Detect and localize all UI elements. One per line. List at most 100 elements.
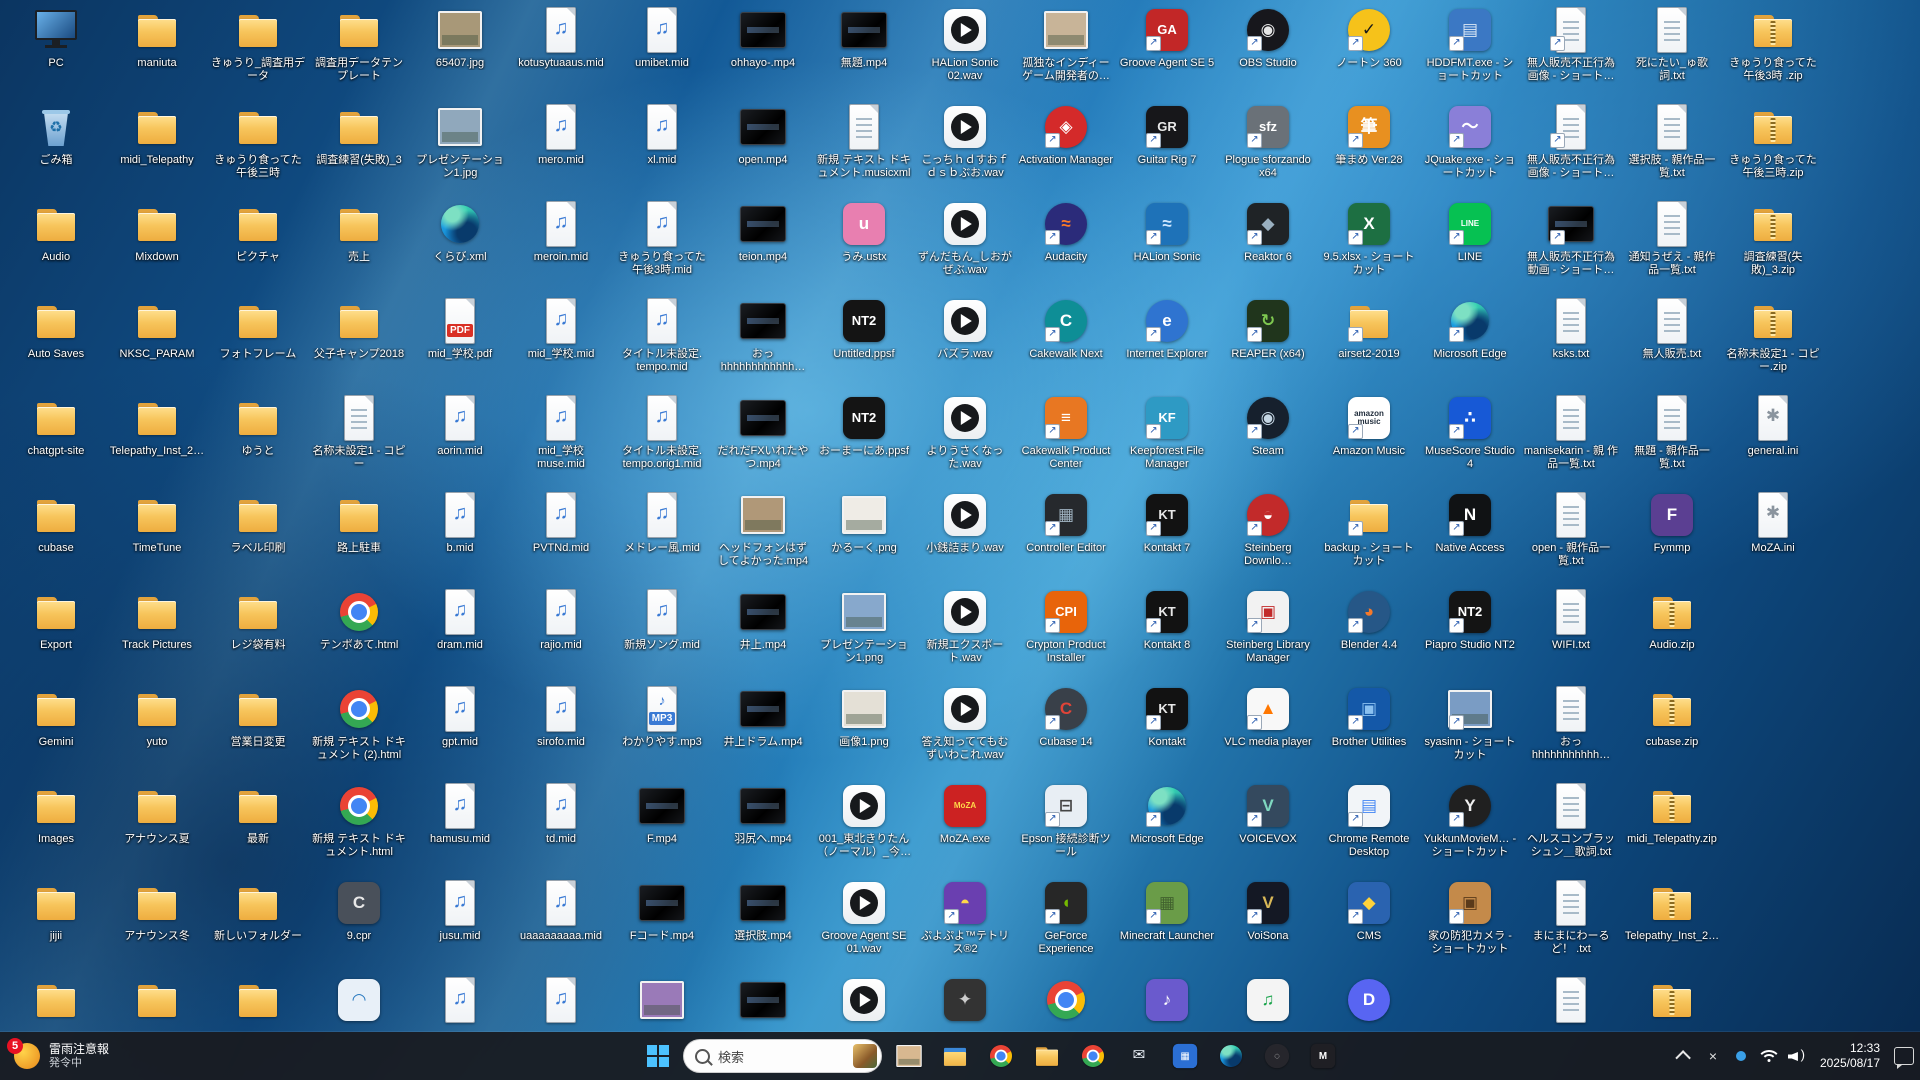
desktop-icon[interactable]: ♪	[1119, 976, 1215, 1027]
discord[interactable]: ◌	[1255, 1036, 1299, 1076]
desktop-icon[interactable]: 無人販売不正行為動画 - ショートカット	[1523, 200, 1619, 277]
desktop-icon[interactable]: YYukkunMovieM… - ショートカット	[1422, 782, 1518, 859]
desktop-icon[interactable]: 選択肢 - 親作品一覧.txt	[1624, 103, 1720, 180]
desktop-icon[interactable]: NT2おーまーにあ.ppsf	[816, 394, 912, 458]
volume-icon[interactable]	[1786, 1044, 1808, 1068]
desktop-icon[interactable]: open.mp4	[715, 103, 811, 167]
desktop-icon[interactable]: td.mid	[513, 782, 609, 846]
desktop-icon[interactable]: 孤独なインディーゲーム開発者の一生…	[1018, 6, 1114, 83]
desktop-icon[interactable]: こっちｈｄすおｆｄｓｂぶお.wav	[917, 103, 1013, 180]
desktop-icon[interactable]: ラベル印刷	[210, 491, 306, 555]
desktop-icon[interactable]: 調査練習(失敗)_3.zip	[1725, 200, 1821, 277]
desktop-icon[interactable]: dram.mid	[412, 588, 508, 652]
desktop-icon[interactable]: ◓ぷよぷよ™テトリス®2	[917, 879, 1013, 956]
desktop-icon[interactable]: 無人販売不正行為 画像 - ショートカッ…	[1523, 6, 1619, 83]
desktop-icon[interactable]: Export	[8, 588, 104, 652]
desktop-icon[interactable]: 新規 テキスト ドキュメント.html	[311, 782, 407, 859]
weather-widget[interactable]: 5 雷雨注意報 発令中	[2, 1032, 121, 1080]
desktop-icon[interactable]: 井上ドラム.mp4	[715, 685, 811, 749]
desktop-icon[interactable]: ◕Blender 4.4	[1321, 588, 1417, 652]
desktop-icon[interactable]: cubase	[8, 491, 104, 555]
chrome[interactable]	[1071, 1036, 1115, 1076]
desktop-icon[interactable]	[1523, 976, 1619, 1027]
desktop-icon[interactable]: プレゼンテーション1.png	[816, 588, 912, 665]
desktop-icon[interactable]: ohhayo-.mp4	[715, 6, 811, 70]
desktop-icon[interactable]: Track Pictures	[109, 588, 205, 652]
desktop-icon[interactable]: 路上駐車	[311, 491, 407, 555]
desktop-icon[interactable]: CCubase 14	[1018, 685, 1114, 749]
desktop-icon[interactable]: ◉Steam	[1220, 394, 1316, 458]
desktop-icon[interactable]: アナウンス冬	[109, 879, 205, 943]
desktop-icon[interactable]: 最新	[210, 782, 306, 846]
tray-app-icon[interactable]: ×	[1702, 1044, 1724, 1068]
desktop-icon[interactable]: NNative Access	[1422, 491, 1518, 555]
desktop-icon[interactable]: ◈Activation Manager	[1018, 103, 1114, 167]
desktop-icon[interactable]: ♫	[1220, 976, 1316, 1027]
desktop-icon[interactable]: 001_東北きりたん（ノーマル）_今じゃ…	[816, 782, 912, 859]
file-explorer[interactable]	[933, 1036, 977, 1076]
desktop-icon[interactable]: mid_学校.mid	[513, 297, 609, 361]
desktop-icon[interactable]: VVoiSona	[1220, 879, 1316, 943]
desktop-icon[interactable]: rajio.mid	[513, 588, 609, 652]
desktop-icon[interactable]	[1624, 976, 1720, 1027]
m-app[interactable]: M	[1301, 1036, 1345, 1076]
desktop-icon[interactable]: eInternet Explorer	[1119, 297, 1215, 361]
desktop-icon[interactable]: FFymmp	[1624, 491, 1720, 555]
desktop-icon[interactable]: CPICrypton Product Installer	[1018, 588, 1114, 665]
desktop-icon[interactable]: ピクチャ	[210, 200, 306, 264]
desktop-icon[interactable]: 無題 - 親作品一覧.txt	[1624, 394, 1720, 471]
desktop-icon[interactable]: ゆうと	[210, 394, 306, 458]
desktop-icon[interactable]: 新規ソング.mid	[614, 588, 710, 652]
desktop-icon[interactable]: 新規 テキスト ドキュメント.musicxml	[816, 103, 912, 180]
desktop-icon[interactable]: Telepathy_Inst_2…	[1624, 879, 1720, 943]
desktop-icon[interactable]: xl.mid	[614, 103, 710, 167]
desktop-icon[interactable]: ヘッドフォンはずしてよかった.mp4	[715, 491, 811, 568]
desktop-icon[interactable]: Microsoft Edge	[1422, 297, 1518, 361]
desktop-icon[interactable]: uaaaaaaaaa.mid	[513, 879, 609, 943]
desktop-icon[interactable]: PC	[8, 6, 104, 70]
desktop-icon[interactable]: きゅうり食ってた午後3時 .zip	[1725, 6, 1821, 83]
desktop-icon[interactable]: cubase.zip	[1624, 685, 1720, 749]
desktop-icon[interactable]: プレゼンテーション1.jpg	[412, 103, 508, 180]
desktop-icon[interactable]: ずんだもん_しおがぜぶ.wav	[917, 200, 1013, 277]
desktop-icon[interactable]: WIFI.txt	[1523, 588, 1619, 652]
desktop-icon[interactable]: ▣Brother Utilities	[1321, 685, 1417, 749]
desktop-icon[interactable]: 羽尻ヘ.mp4	[715, 782, 811, 846]
desktop-icon[interactable]: ◆CMS	[1321, 879, 1417, 943]
desktop-icon[interactable]: 通知うぜえ - 親作品一覧.txt	[1624, 200, 1720, 277]
desktop-icon[interactable]: 画像1.png	[816, 685, 912, 749]
desktop-icon[interactable]: 新しいフォルダー	[210, 879, 306, 943]
desktop-icon[interactable]: 新規 テキスト ドキュメント (2).html	[311, 685, 407, 762]
desktop-icon[interactable]: ヘルスコンブラッシュン＿歌詞.txt	[1523, 782, 1619, 859]
desktop-icon[interactable]: general.ini	[1725, 394, 1821, 458]
desktop-icon[interactable]: hamusu.mid	[412, 782, 508, 846]
search-box[interactable]: 検索	[683, 1039, 882, 1073]
desktop-icon[interactable]: きゅうり食ってた午後三時	[210, 103, 306, 180]
desktop-icon[interactable]: ▣Steinberg Library Manager	[1220, 588, 1316, 665]
desktop-icon[interactable]: open - 親作品一覧.txt	[1523, 491, 1619, 568]
desktop-icon[interactable]: ◖GeForce Experience	[1018, 879, 1114, 956]
desktop-icon[interactable]: きゅうり_調査用データ	[210, 6, 306, 83]
desktop-icon[interactable]: backup - ショートカット	[1321, 491, 1417, 568]
desktop-icon[interactable]: ▣家の防犯カメラ - ショートカット	[1422, 879, 1518, 956]
browser-colorful[interactable]	[979, 1036, 1023, 1076]
desktop-icon[interactable]: Gemini	[8, 685, 104, 749]
desktop-icon[interactable]: KTKontakt 8	[1119, 588, 1215, 652]
desktop-icon[interactable]: jijii	[8, 879, 104, 943]
desktop-icon[interactable]	[109, 976, 205, 1027]
bluetooth-icon[interactable]	[1730, 1044, 1752, 1068]
desktop-icon[interactable]: NKSC_PARAM	[109, 297, 205, 361]
desktop-icon[interactable]: ✦	[917, 976, 1013, 1027]
desktop-icon[interactable]: Groove Agent SE 01.wav	[816, 879, 912, 956]
desktop-icon[interactable]: 死にたい_ゅ歌詞.txt	[1624, 6, 1720, 83]
desktop-icon[interactable]: yuto	[109, 685, 205, 749]
desktop-icon[interactable]: uうみ.ustx	[816, 200, 912, 264]
desktop-icon[interactable]: Images	[8, 782, 104, 846]
desktop-icon[interactable]: よりうさくなった.wav	[917, 394, 1013, 471]
desktop-icon[interactable]: ◆Reaktor 6	[1220, 200, 1316, 264]
desktop-icon[interactable]: KFKeepforest File Manager	[1119, 394, 1215, 471]
desktop-icon[interactable]: TimeTune	[109, 491, 205, 555]
desktop-icon[interactable]: ksks.txt	[1523, 297, 1619, 361]
desktop-icon[interactable]: 名称未設定1 - コピー.zip	[1725, 297, 1821, 374]
desktop-icon[interactable]: きゅうり食ってた午後3時.mid	[614, 200, 710, 277]
